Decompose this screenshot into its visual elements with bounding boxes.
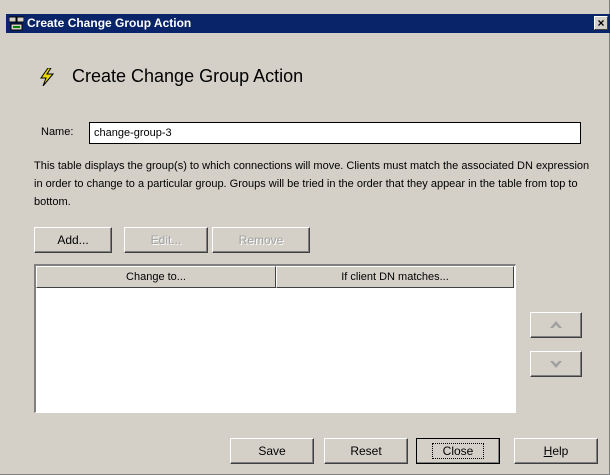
name-field[interactable] bbox=[89, 122, 581, 144]
move-down-button[interactable] bbox=[530, 351, 582, 377]
remove-button[interactable]: Remove bbox=[212, 227, 310, 253]
close-button[interactable]: Close bbox=[416, 438, 500, 464]
change-group-table[interactable]: Change to... If client DN matches... bbox=[34, 264, 516, 413]
add-button[interactable]: Add... bbox=[34, 227, 112, 253]
column-header-change-to[interactable]: Change to... bbox=[36, 266, 276, 288]
column-header-dn-match[interactable]: If client DN matches... bbox=[276, 266, 514, 288]
title-bar[interactable]: Create Change Group Action × bbox=[6, 14, 610, 33]
save-button[interactable]: Save bbox=[230, 438, 314, 464]
page-title: Create Change Group Action bbox=[72, 66, 304, 86]
table-header: Change to... If client DN matches... bbox=[36, 266, 514, 288]
close-button-label: Close bbox=[431, 443, 485, 459]
directory-server-icon bbox=[8, 16, 25, 31]
dialog-window: Create Change Group Action × Create Chan… bbox=[0, 0, 610, 475]
table-description: This table displays the group(s) to whic… bbox=[34, 160, 590, 208]
arrow-up-icon bbox=[550, 321, 562, 328]
move-up-button[interactable] bbox=[530, 312, 582, 338]
lightning-bolt-icon bbox=[40, 67, 55, 87]
window-title: Create Change Group Action bbox=[27, 16, 192, 30]
help-label: elp bbox=[552, 444, 569, 458]
help-button[interactable]: Help bbox=[514, 438, 598, 464]
edit-button[interactable]: Edit... bbox=[124, 227, 208, 253]
arrow-down-icon bbox=[550, 361, 562, 368]
close-window-button[interactable]: × bbox=[594, 16, 608, 30]
name-label: Name: bbox=[41, 126, 74, 138]
reset-button[interactable]: Reset bbox=[324, 438, 408, 464]
